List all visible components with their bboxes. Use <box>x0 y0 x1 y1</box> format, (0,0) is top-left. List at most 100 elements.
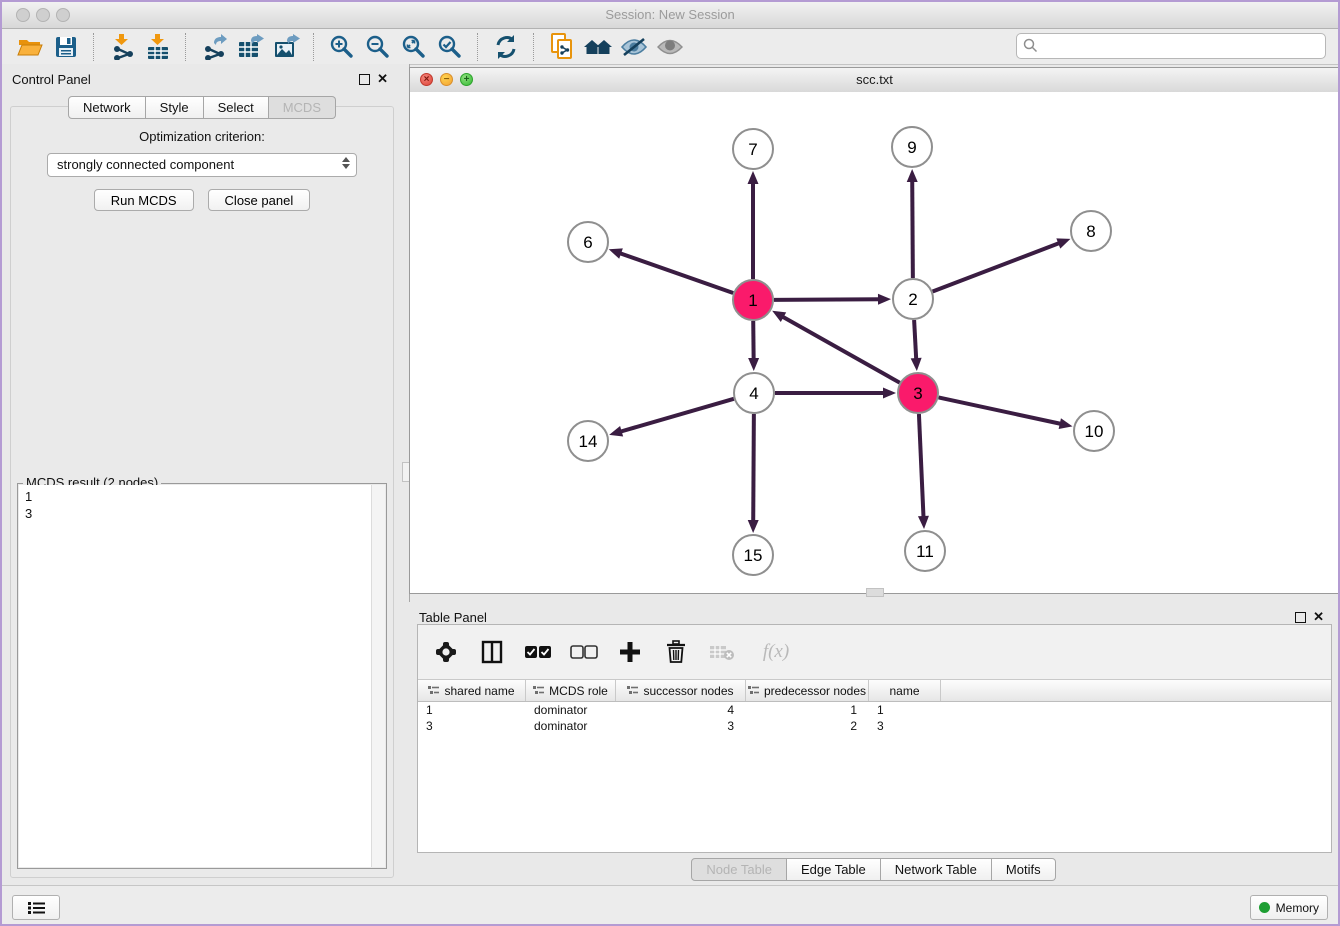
close-panel-button[interactable]: Close panel <box>208 189 311 211</box>
export-image-icon[interactable] <box>268 32 304 62</box>
criterion-value: strongly connected component <box>57 157 234 172</box>
save-icon[interactable] <box>48 32 84 62</box>
tab-edge-table[interactable]: Edge Table <box>787 858 881 881</box>
mcds-result-area[interactable]: 1 3 <box>19 485 385 867</box>
delete-table-icon[interactable] <box>708 638 736 666</box>
result-scrollbar[interactable] <box>371 485 385 867</box>
column-header-successor-nodes[interactable]: successor nodes <box>616 680 746 701</box>
zoom-out-icon[interactable] <box>360 32 396 62</box>
edge-arrowhead <box>883 388 896 399</box>
edge-arrowhead <box>1056 238 1070 248</box>
network-window: × − + scc.txt 7968124314101511 <box>409 67 1340 594</box>
graph-edge[interactable] <box>912 179 913 278</box>
window-title: Session: New Session <box>2 7 1338 22</box>
network-canvas[interactable]: 7968124314101511 <box>410 92 1339 593</box>
graph-edge[interactable] <box>753 414 754 523</box>
zoom-selected-icon[interactable] <box>432 32 468 62</box>
title-bar: Session: New Session <box>2 2 1338 29</box>
node-label: 11 <box>916 542 934 561</box>
graph-edge[interactable] <box>619 399 734 432</box>
criterion-select[interactable]: strongly connected component <box>47 153 357 177</box>
import-table-icon[interactable] <box>140 32 176 62</box>
export-table-icon[interactable] <box>232 32 268 62</box>
close-table-panel-icon[interactable]: ✕ <box>1313 609 1324 625</box>
deselect-all-icon[interactable] <box>570 638 598 666</box>
open-folder-icon[interactable] <box>12 32 48 62</box>
column-header-mcds-role[interactable]: MCDS role <box>526 680 616 701</box>
tab-node-table[interactable]: Node Table <box>691 858 787 881</box>
export-network-icon[interactable] <box>196 32 232 62</box>
tab-select[interactable]: Select <box>204 96 269 119</box>
columns-icon[interactable] <box>478 638 506 666</box>
task-history-button[interactable] <box>12 895 60 920</box>
sort-icon <box>533 685 544 696</box>
table-cell: 3 <box>869 719 941 733</box>
sort-icon <box>627 685 638 696</box>
table-row[interactable]: 1dominator411 <box>418 702 1331 718</box>
sort-icon <box>428 685 439 696</box>
zoom-in-icon[interactable] <box>324 32 360 62</box>
select-all-icon[interactable] <box>524 638 552 666</box>
edge-arrowhead <box>609 248 623 258</box>
tab-network-table[interactable]: Network Table <box>881 858 992 881</box>
network-window-titlebar[interactable]: × − + scc.txt <box>410 68 1339 93</box>
graph-edge[interactable] <box>774 299 881 300</box>
table-cell: dominator <box>526 703 616 717</box>
table-panel-title: Table Panel <box>419 610 487 625</box>
zoom-fit-icon[interactable] <box>396 32 432 62</box>
graph-edge[interactable] <box>933 242 1061 291</box>
control-panel: Control Panel ✕ Network Style Select MCD… <box>2 64 402 880</box>
function-icon[interactable]: f(x) <box>754 638 798 666</box>
hide-eye-icon[interactable] <box>616 32 652 62</box>
edge-arrowhead <box>911 358 922 371</box>
control-panel-title: Control Panel <box>12 72 91 87</box>
float-panel-icon[interactable] <box>359 74 370 85</box>
graph-edge[interactable] <box>939 397 1063 424</box>
tab-mcds[interactable]: MCDS <box>269 96 336 119</box>
search-input[interactable] <box>1016 33 1326 59</box>
edge-arrowhead <box>918 516 929 529</box>
column-header-predecessor-nodes[interactable]: predecessor nodes <box>746 680 869 701</box>
table-toolbar: f(x) <box>418 625 1331 679</box>
network-window-title: scc.txt <box>410 72 1339 87</box>
graph-edge[interactable] <box>618 253 733 293</box>
table-row[interactable]: 3dominator323 <box>418 718 1331 734</box>
mcds-tab-content: Optimization criterion: strongly connect… <box>10 106 394 878</box>
table-cell: dominator <box>526 719 616 733</box>
memory-button[interactable]: Memory <box>1250 895 1328 920</box>
table-tabs: Node Table Edge Table Network Table Moti… <box>409 858 1338 881</box>
control-panel-tabs: Network Style Select MCDS <box>2 96 402 119</box>
close-panel-icon[interactable]: ✕ <box>377 71 388 87</box>
table-cell: 1 <box>869 703 941 717</box>
show-eye-icon[interactable] <box>652 32 688 62</box>
tab-motifs[interactable]: Motifs <box>992 858 1056 881</box>
node-label: 3 <box>913 384 922 403</box>
edge-arrowhead <box>748 171 759 184</box>
network-graph[interactable]: 7968124314101511 <box>410 92 1339 593</box>
node-label: 1 <box>748 291 757 310</box>
run-mcds-button[interactable]: Run MCDS <box>94 189 194 211</box>
home-icon[interactable] <box>580 32 616 62</box>
tab-style[interactable]: Style <box>146 96 204 119</box>
column-header-name[interactable]: name <box>869 680 941 701</box>
graph-edge[interactable] <box>781 316 900 383</box>
toolbar-separator <box>477 33 479 61</box>
edge-arrowhead <box>748 520 759 533</box>
canvas-resize-handle[interactable] <box>866 588 884 597</box>
edge-arrowhead <box>748 358 759 371</box>
gear-icon[interactable] <box>432 638 460 666</box>
float-table-panel-icon[interactable] <box>1295 612 1306 623</box>
refresh-icon[interactable] <box>488 32 524 62</box>
column-header-shared-name[interactable]: shared name <box>418 680 526 701</box>
tab-network[interactable]: Network <box>68 96 146 119</box>
copy-network-icon[interactable] <box>544 32 580 62</box>
graph-edge[interactable] <box>914 320 916 361</box>
import-network-icon[interactable] <box>104 32 140 62</box>
edge-arrowhead <box>907 169 918 182</box>
graph-edge[interactable] <box>919 414 924 519</box>
table-cell: 4 <box>616 703 746 717</box>
node-label: 2 <box>908 290 917 309</box>
add-icon[interactable] <box>616 638 644 666</box>
delete-icon[interactable] <box>662 638 690 666</box>
table-header: shared name MCDS role successor nodes pr… <box>418 679 1331 702</box>
